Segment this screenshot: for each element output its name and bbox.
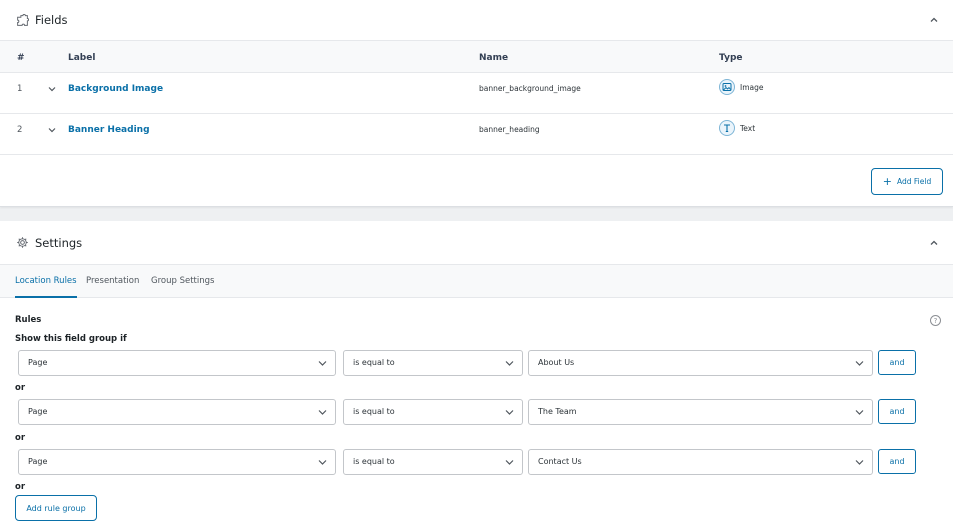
param-value: Page xyxy=(28,407,48,416)
rule-row: Page is equal to The Team and xyxy=(0,399,953,425)
field-type-label: Text xyxy=(740,123,756,133)
chevron-down-icon xyxy=(855,360,864,367)
row-number: 1 xyxy=(17,84,23,94)
tab-location-rules[interactable]: Location Rules xyxy=(15,265,77,298)
field-type: Image xyxy=(719,79,764,95)
settings-panel: Settings Location Rules Presentation Gro… xyxy=(0,221,953,522)
operator-value: is equal to xyxy=(353,457,395,466)
value-select[interactable]: About Us xyxy=(528,350,873,376)
fields-table-header: # Label Name Type xyxy=(0,40,953,73)
rule-row: Page is equal to About Us and xyxy=(0,350,953,376)
show-if-label: Show this field group if xyxy=(15,334,127,344)
fields-panel: Fields # Label Name Type 1 Background Im… xyxy=(0,0,953,207)
param-select[interactable]: Page xyxy=(18,350,336,376)
field-label-link[interactable]: Banner Heading xyxy=(68,125,150,135)
fields-title: Fields xyxy=(35,13,68,27)
value-value: Contact Us xyxy=(538,457,582,466)
operator-select[interactable]: is equal to xyxy=(343,449,523,475)
col-num: # xyxy=(17,53,25,63)
settings-header[interactable]: Settings xyxy=(0,221,953,264)
value-select[interactable]: The Team xyxy=(528,399,873,425)
chevron-down-icon xyxy=(505,459,514,466)
and-button[interactable]: and xyxy=(878,350,916,375)
field-name: banner_background_image xyxy=(479,84,581,93)
and-button[interactable]: and xyxy=(878,449,916,474)
image-icon xyxy=(719,79,735,95)
fields-header[interactable]: Fields xyxy=(0,0,953,40)
add-field-label: Add Field xyxy=(897,177,932,186)
chevron-down-icon xyxy=(505,409,514,416)
plus-icon: + xyxy=(882,175,892,188)
add-field-button[interactable]: + Add Field xyxy=(871,168,943,195)
col-label: Label xyxy=(68,53,96,63)
gear-icon xyxy=(16,236,29,249)
settings-title: Settings xyxy=(35,235,83,250)
param-select[interactable]: Page xyxy=(18,449,336,475)
or-label: or xyxy=(15,482,26,492)
tab-presentation[interactable]: Presentation xyxy=(86,265,139,298)
row-number: 2 xyxy=(17,125,23,135)
operator-select[interactable]: is equal to xyxy=(343,350,523,376)
field-type: Text xyxy=(719,120,755,136)
value-value: About Us xyxy=(538,358,575,367)
or-label: or xyxy=(15,383,26,393)
value-value: The Team xyxy=(538,407,577,416)
add-rule-group-button[interactable]: Add rule group xyxy=(15,495,97,521)
chevron-down-icon xyxy=(855,409,864,416)
settings-tabs: Location Rules Presentation Group Settin… xyxy=(0,264,953,298)
and-button[interactable]: and xyxy=(878,399,916,424)
operator-value: is equal to xyxy=(353,407,395,416)
operator-value: is equal to xyxy=(353,358,395,367)
col-name: Name xyxy=(479,53,509,63)
chevron-up-icon[interactable] xyxy=(929,15,939,25)
operator-select[interactable]: is equal to xyxy=(343,399,523,425)
table-row[interactable]: 2 Banner Heading banner_heading Text xyxy=(0,114,953,155)
chevron-down-icon xyxy=(318,459,327,466)
param-value: Page xyxy=(28,457,48,466)
chevron-down-icon xyxy=(318,360,327,367)
chevron-down-icon[interactable] xyxy=(48,85,56,93)
chevron-up-icon[interactable] xyxy=(929,238,939,248)
puzzle-icon xyxy=(16,13,29,27)
value-select[interactable]: Contact Us xyxy=(528,449,873,475)
help-icon[interactable]: ? xyxy=(930,315,941,326)
tab-group-settings[interactable]: Group Settings xyxy=(151,265,214,298)
param-select[interactable]: Page xyxy=(18,399,336,425)
chevron-down-icon xyxy=(855,459,864,466)
field-name: banner_heading xyxy=(479,125,540,134)
or-label: or xyxy=(15,433,26,443)
rule-row: Page is equal to Contact Us and xyxy=(0,449,953,475)
field-label-link[interactable]: Background Image xyxy=(68,84,163,94)
text-icon xyxy=(719,120,735,136)
rules-heading: Rules xyxy=(15,315,42,325)
col-type: Type xyxy=(719,53,743,63)
param-value: Page xyxy=(28,358,48,367)
chevron-down-icon[interactable] xyxy=(48,126,56,134)
field-type-label: Image xyxy=(740,82,764,92)
chevron-down-icon xyxy=(318,409,327,416)
chevron-down-icon xyxy=(505,360,514,367)
table-row[interactable]: 1 Background Image banner_background_ima… xyxy=(0,73,953,114)
